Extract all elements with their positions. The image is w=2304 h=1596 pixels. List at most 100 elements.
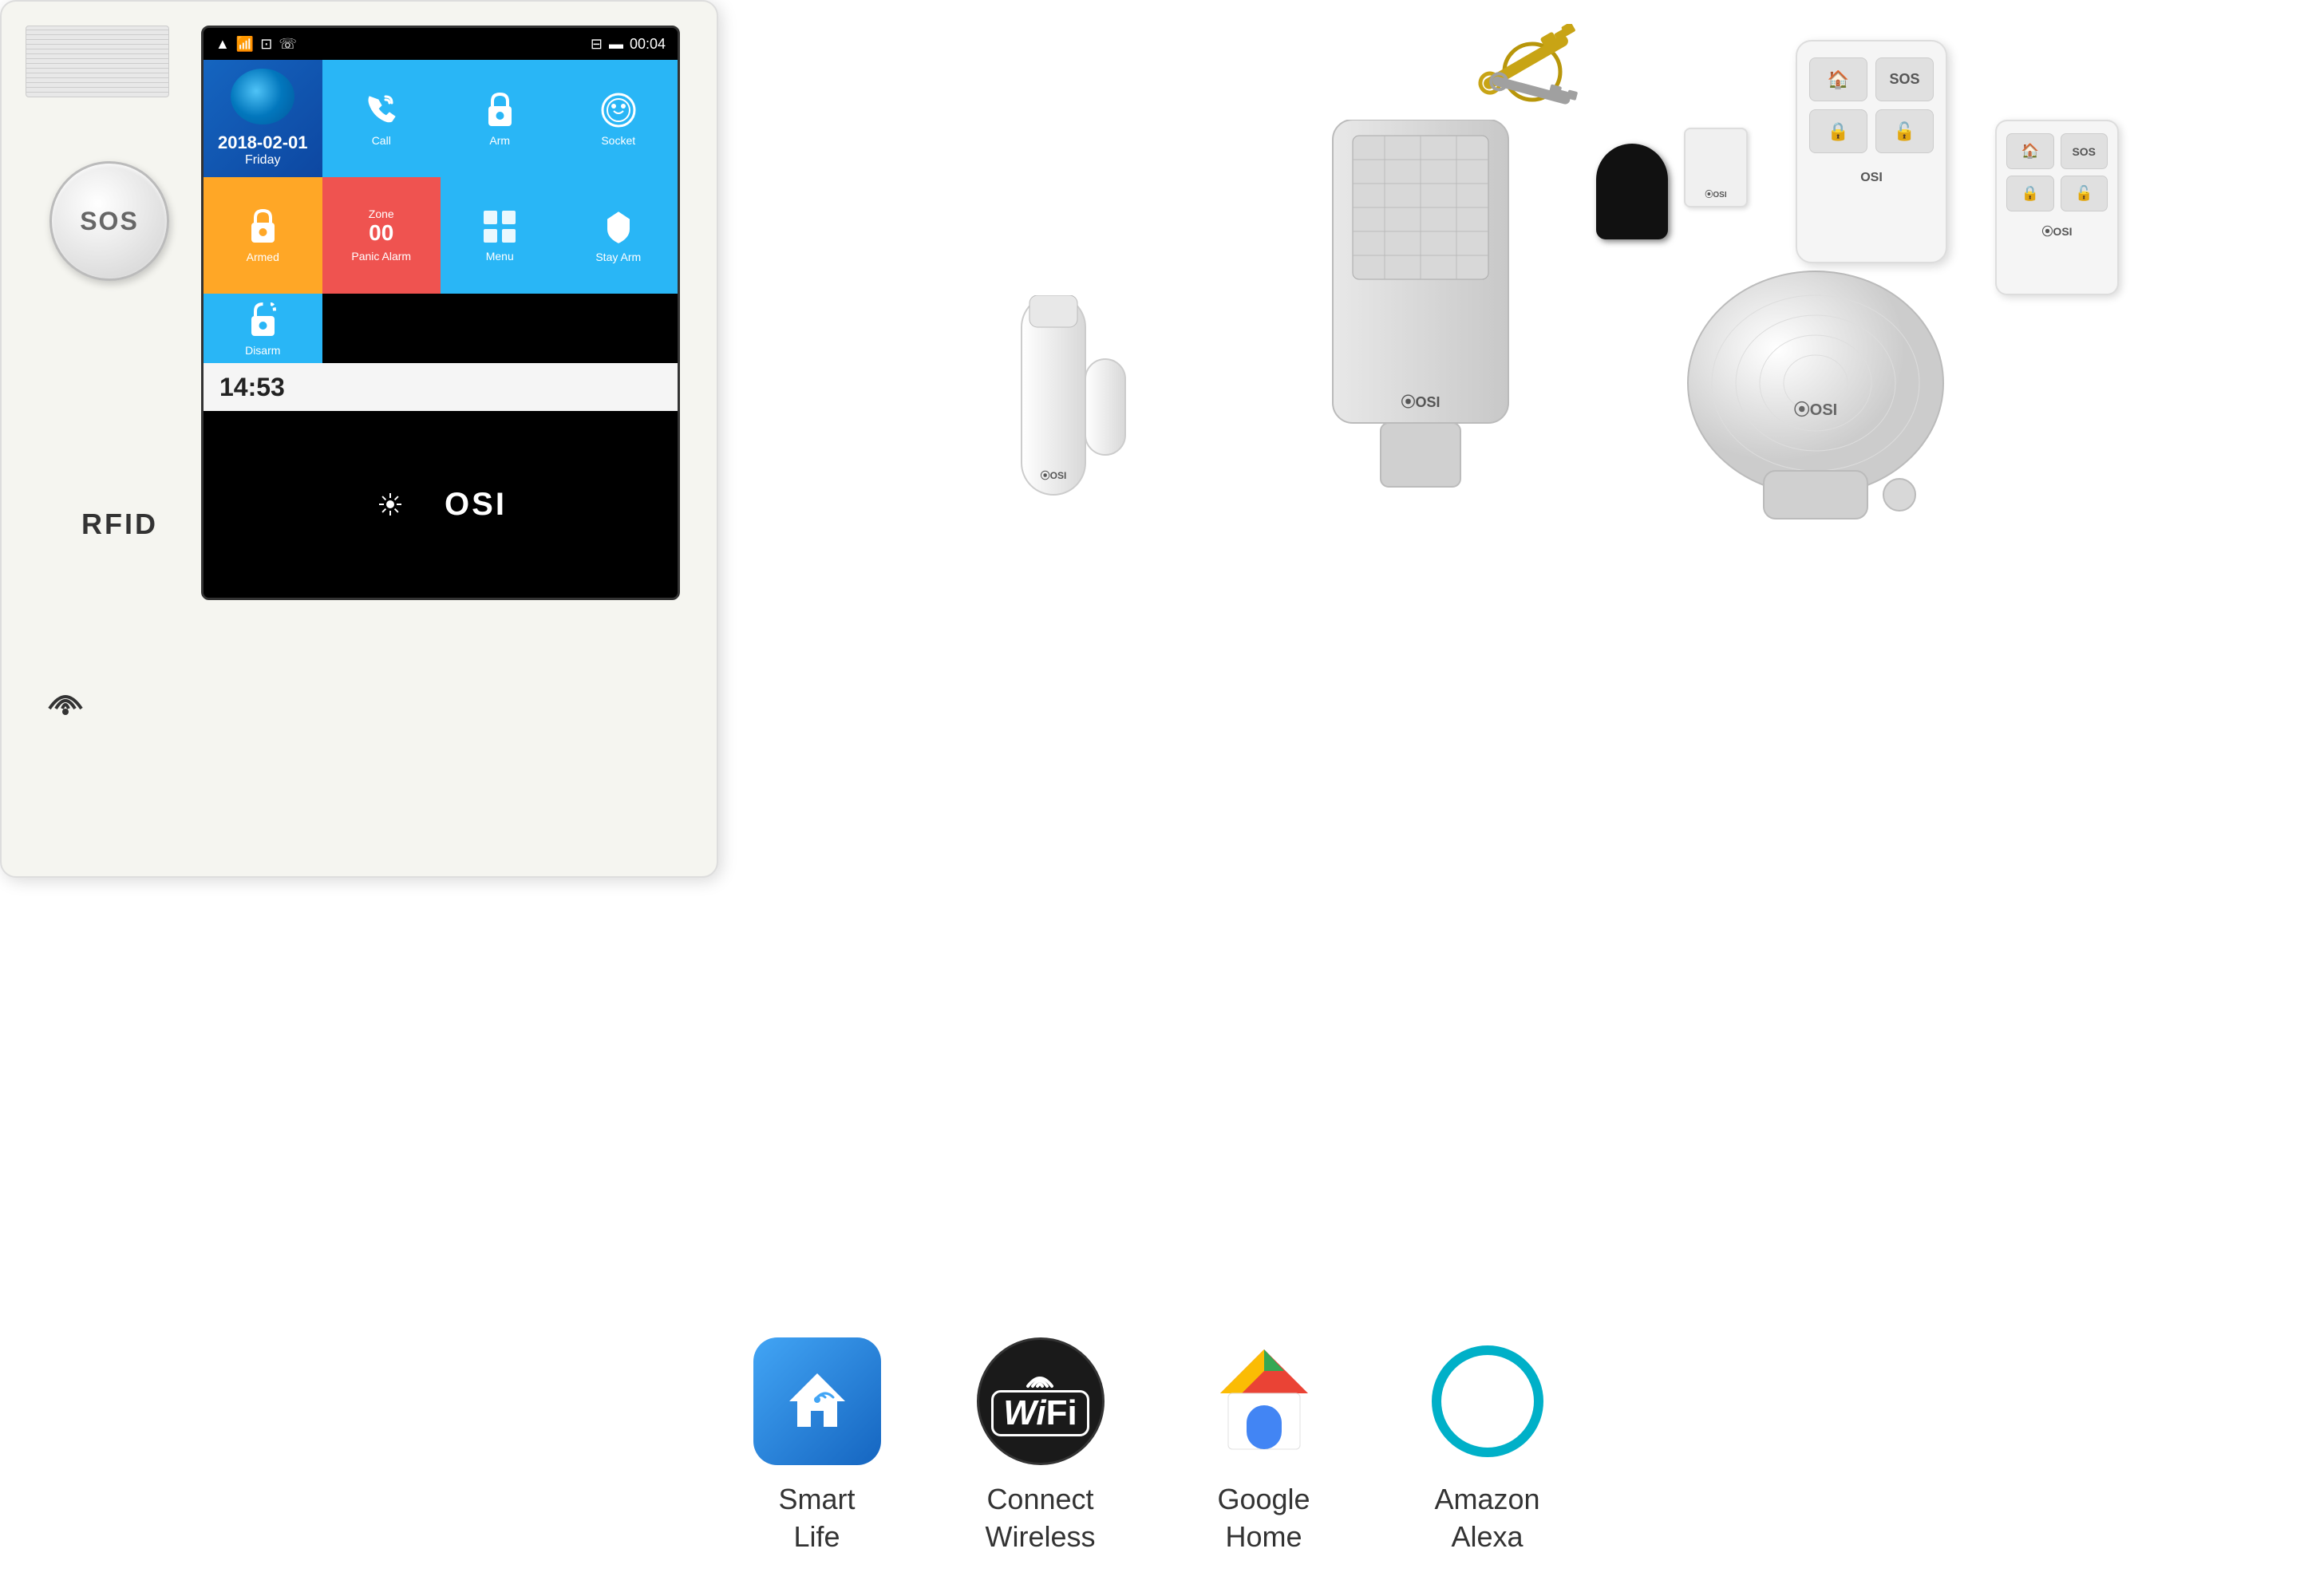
sos-label: SOS (80, 207, 139, 236)
remote-small: 🏠 SOS 🔒 🔓 ⦿OSI (1995, 120, 2119, 295)
menu-label: Menu (486, 250, 514, 263)
svg-text:⦿OSI: ⦿OSI (1794, 400, 1837, 419)
tile-panic[interactable]: Zone 00 Panic Alarm (322, 177, 441, 294)
google-home-label: Google Home (1217, 1481, 1310, 1556)
amazon-label: Amazon Alexa (1434, 1481, 1539, 1556)
stay-arm-icon (599, 207, 638, 247)
armed-icon (245, 207, 281, 247)
zone-num: 00 (369, 220, 394, 246)
remote-small-buttons: 🏠 SOS 🔒 🔓 (2006, 133, 2108, 211)
call-label: Call (372, 134, 391, 147)
svg-text:⦿OSI: ⦿OSI (1041, 469, 1067, 481)
armed-label: Armed (247, 251, 279, 263)
siren-svg: ⦿OSI (1676, 255, 1955, 535)
door-sensor: ⦿OSI (998, 295, 1141, 634)
arm-lock-icon (482, 90, 518, 130)
siren: ⦿OSI (1676, 255, 1955, 539)
screen-status-bar: ▲ 📶 ⊡ ☏ ⊟ ▬ 00:04 (204, 28, 678, 60)
tile-socket[interactable]: Socket (559, 60, 678, 177)
remote-buttons: 🏠 SOS 🔒 🔓 (1809, 57, 1934, 153)
call-icon (362, 90, 401, 130)
wifi-icon-circle: WiFi (977, 1337, 1105, 1465)
google-home-group: Google Home (1200, 1337, 1328, 1556)
osi-logo-icon (374, 488, 438, 520)
remote-small-btn-3[interactable]: 🔒 (2006, 176, 2054, 211)
google-home-icon (1200, 1337, 1328, 1465)
speaker-grille-area (26, 26, 185, 121)
smart-life-label: Smart Life (778, 1481, 855, 1556)
stay-arm-label: Stay Arm (595, 251, 641, 263)
door-sensor-svg: ⦿OSI (998, 295, 1141, 630)
osi-text: OSI (445, 487, 507, 523)
amazon-alexa-group: Amazon Alexa (1424, 1337, 1551, 1556)
connect-line1: Connect (986, 1483, 1093, 1515)
tile-disarm[interactable]: Disarm (204, 294, 322, 363)
zone-label: Zone (369, 207, 394, 220)
alexa-icon (1424, 1337, 1551, 1465)
battery-icon: ▬ (609, 36, 623, 53)
osi-logo-screen: OSI (374, 487, 507, 523)
socket-label: Socket (601, 134, 635, 147)
smart-life-icon (753, 1337, 881, 1465)
remote-btn-disarm[interactable]: 🔓 (1875, 109, 1934, 153)
remote-large: 🏠 SOS 🔒 🔓 OSI (1796, 40, 1947, 263)
sos-button[interactable]: SOS (49, 161, 169, 281)
wireless-line2: Wireless (985, 1520, 1095, 1553)
smart-life-group: Smart Life (753, 1337, 881, 1556)
google-home-svg (1208, 1345, 1320, 1457)
remote-btn-sos[interactable]: SOS (1875, 57, 1934, 101)
touch-screen: ▲ 📶 ⊡ ☏ ⊟ ▬ 00:04 2018-02-01 Friday (201, 26, 680, 600)
rfid-waves-icon (41, 677, 89, 717)
arm-label: Arm (489, 134, 510, 147)
phone-icon: ☏ (279, 36, 297, 53)
disarm-icon (245, 300, 281, 340)
tile-menu[interactable]: Menu (441, 177, 559, 294)
tiles-grid: 2018-02-01 Friday Call (204, 60, 678, 363)
status-left: ▲ 📶 ⊡ ☏ (215, 36, 297, 53)
smart-life-svg (777, 1361, 857, 1441)
bottom-integrations: Smart Life WiFi Connect Wireless (0, 1337, 2304, 1556)
remote-small-brand: ⦿OSI (2041, 223, 2072, 239)
globe-icon (231, 69, 294, 124)
key-icon: ⊟ (591, 36, 603, 53)
key-card: ⦿OSI (1684, 128, 1748, 207)
disarm-label: Disarm (245, 344, 280, 357)
day-text: Friday (218, 153, 308, 168)
screen-time-bar: 14:53 (204, 363, 678, 411)
screen-time: 00:04 (630, 36, 666, 53)
svg-text:⦿OSI: ⦿OSI (1401, 394, 1440, 410)
remote-btn-home[interactable]: 🔒 (1809, 109, 1867, 153)
tile-call[interactable]: Call (322, 60, 441, 177)
date-text: 2018-02-01 (218, 132, 308, 153)
remote-large-brand: OSI (1860, 171, 1883, 185)
alexa-ring (1432, 1345, 1543, 1457)
wifi-text: WiFi (991, 1390, 1089, 1436)
amazon-line1: Amazon (1434, 1483, 1539, 1515)
cell-icon: 📶 (236, 36, 254, 53)
clock-time: 14:53 (219, 373, 285, 402)
panic-label: Panic Alarm (351, 250, 411, 263)
smart-life-line2: Life (793, 1520, 840, 1553)
remote-btn-lock[interactable]: 🏠 (1809, 57, 1867, 101)
remote-small-btn-4[interactable]: 🔓 (2061, 176, 2108, 211)
wifi-waves-icon (1024, 1366, 1056, 1390)
speaker-grille (26, 26, 169, 97)
alarm-panel: SOS RFID ▲ 📶 ⊡ ☏ ⊟ ▬ 00:04 (0, 0, 718, 878)
wifi-group: WiFi Connect Wireless (977, 1337, 1105, 1556)
tile-arm[interactable]: Arm (441, 60, 559, 177)
remote-small-btn-1[interactable]: 🏠 (2006, 133, 2054, 169)
tile-stay-arm[interactable]: Stay Arm (559, 177, 678, 294)
signal-icon: ▲ (215, 36, 230, 53)
home-line2: Home (1225, 1520, 1302, 1553)
socket-icon (599, 90, 638, 130)
alexa-line2: Alexa (1451, 1520, 1523, 1553)
smart-life-line1: Smart (778, 1483, 855, 1515)
tile-date[interactable]: 2018-02-01 Friday (204, 60, 322, 177)
wifi-icon: ⊡ (260, 36, 272, 53)
key-fob-black (1596, 144, 1668, 239)
status-right: ⊟ ▬ 00:04 (591, 36, 666, 53)
rfid-label: RFID (81, 508, 158, 541)
tile-armed[interactable]: Armed (204, 177, 322, 294)
menu-icon (480, 207, 519, 246)
remote-small-btn-sos[interactable]: SOS (2061, 133, 2108, 169)
